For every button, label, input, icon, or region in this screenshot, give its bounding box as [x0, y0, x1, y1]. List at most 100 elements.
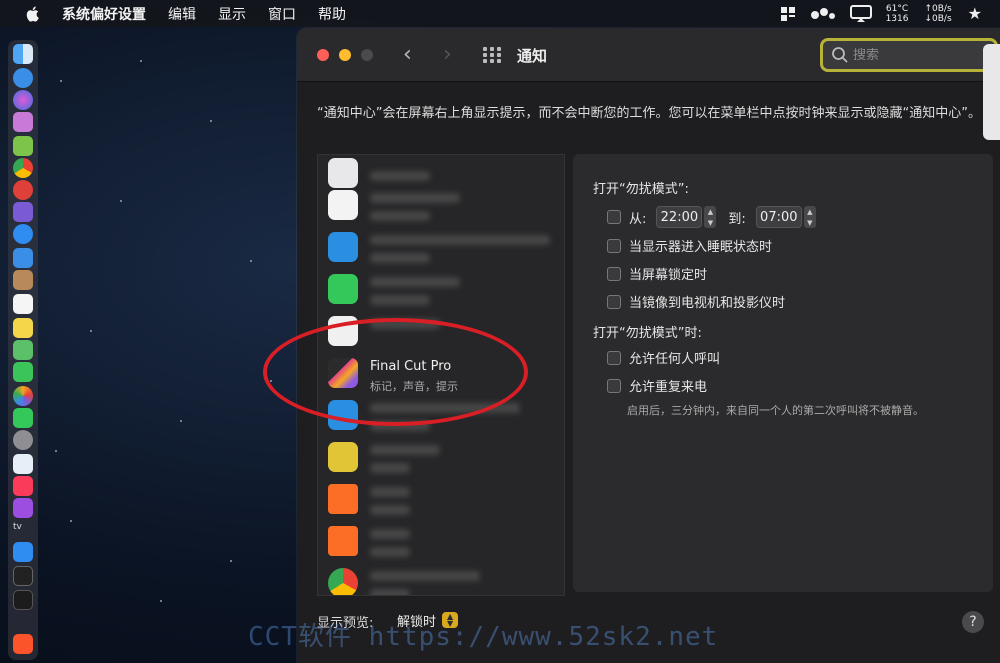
status-area: 61°C 1316 ↑0B/s ↓0B/s ★: [780, 0, 1000, 27]
music-icon[interactable]: [13, 476, 33, 496]
list-item[interactable]: [318, 475, 564, 523]
star-icon[interactable]: ★: [968, 4, 982, 23]
mirror-label: 当镜像到电视机和投影仪时: [629, 296, 786, 311]
schedule-checkbox[interactable]: [607, 210, 621, 224]
list-item[interactable]: [318, 307, 564, 355]
activity-monitor-icon[interactable]: [13, 590, 33, 610]
net-down: ↓0B/s: [924, 13, 952, 24]
notes-icon[interactable]: [13, 318, 33, 338]
description-text: “通知中心”会在屏幕右上角显示提示，而不会中断您的工作。您可以在菜单栏中点按时钟…: [317, 106, 981, 121]
system-prefs-icon[interactable]: [13, 430, 33, 450]
app-icon: [328, 316, 358, 346]
menu-bar: 系统偏好设置 编辑 显示 窗口 帮助 61°C 1316 ↑0B/s ↓0B/s…: [0, 0, 1000, 27]
allow-any-checkbox[interactable]: [607, 350, 621, 365]
allow-any-option[interactable]: 允许任何人呼叫: [607, 348, 720, 367]
app-icon: [328, 400, 358, 430]
calendar-icon[interactable]: [13, 294, 33, 314]
maps-icon[interactable]: [13, 340, 33, 360]
list-item[interactable]: [318, 181, 564, 229]
lock-checkbox[interactable]: [607, 266, 621, 281]
menu-edit[interactable]: 编辑: [168, 4, 196, 24]
allow-repeat-checkbox[interactable]: [607, 378, 621, 393]
app-icon: [328, 232, 358, 262]
from-time-value[interactable]: 22:00: [656, 206, 703, 228]
window-title: 通知: [517, 47, 548, 65]
android-icon[interactable]: [13, 136, 33, 156]
temp-readout[interactable]: 61°C 1316: [886, 4, 909, 24]
chrome-icon[interactable]: [13, 158, 33, 178]
zoom-button[interactable]: [361, 49, 373, 61]
app-list[interactable]: Final Cut Pro 标记，声音，提示: [317, 154, 565, 596]
gitlab-icon: [328, 526, 358, 556]
to-time-field[interactable]: 07:00 ▲ ▼: [755, 206, 816, 228]
display-icon[interactable]: [849, 4, 872, 23]
sleep-checkbox[interactable]: [607, 238, 621, 253]
safari-icon[interactable]: [13, 224, 33, 244]
mission-control-icon[interactable]: [13, 112, 33, 132]
network-readout[interactable]: ↑0B/s ↓0B/s: [924, 4, 951, 24]
show-all-grid-icon[interactable]: [483, 47, 501, 63]
menu-view[interactable]: 显示: [218, 4, 246, 24]
search-input[interactable]: [853, 47, 973, 63]
list-item[interactable]: [318, 223, 564, 271]
do-not-disturb-panel: 打开“勿扰模式”: 从: 22:00 ▲ ▼ 到: 07:00 ▲ ▼ 当显示器进入…: [573, 154, 993, 592]
terminal-icon[interactable]: [13, 566, 33, 586]
from-time-stepper[interactable]: ▲ ▼: [704, 206, 717, 228]
facetime-icon[interactable]: [13, 408, 33, 428]
net-up: ↑0B/s: [924, 3, 952, 14]
final-cut-pro-icon: [328, 358, 358, 388]
app-red-icon[interactable]: [13, 180, 33, 200]
tv-app-label[interactable]: tv: [13, 522, 22, 532]
dots-icon[interactable]: [810, 7, 836, 21]
watermark: CCT软件 https://www.52sk2.net: [248, 622, 719, 652]
to-time-value[interactable]: 07:00: [755, 206, 802, 228]
facetime-app-icon: [328, 274, 358, 304]
list-item[interactable]: [318, 391, 564, 439]
mirror-option[interactable]: 当镜像到电视机和投影仪时: [607, 292, 785, 311]
freeform-icon[interactable]: [13, 454, 33, 474]
mail-icon[interactable]: [13, 248, 33, 268]
messages-icon[interactable]: [13, 362, 33, 382]
to-time-stepper[interactable]: ▲ ▼: [803, 206, 816, 228]
podcasts-icon[interactable]: [13, 498, 33, 518]
notification-card-edge[interactable]: [983, 44, 1000, 140]
dnd-header: 打开“勿扰模式”:: [593, 182, 689, 197]
back-chevron-icon[interactable]: ‹: [403, 42, 412, 67]
app-purple-icon[interactable]: [13, 202, 33, 222]
apple-icon[interactable]: [24, 5, 42, 23]
menu-help[interactable]: 帮助: [318, 4, 346, 24]
list-item[interactable]: [318, 265, 564, 313]
close-button[interactable]: [317, 49, 329, 61]
mirror-checkbox[interactable]: [607, 294, 621, 309]
app-icon: [328, 442, 358, 472]
contacts-icon[interactable]: [13, 270, 33, 290]
fan-rpm: 1316: [885, 13, 909, 24]
brave-icon[interactable]: [13, 634, 33, 654]
siri-icon[interactable]: [13, 90, 33, 110]
list-item[interactable]: [318, 433, 564, 481]
tiles-icon[interactable]: [780, 6, 796, 22]
list-item[interactable]: [318, 517, 564, 565]
menu-app-name[interactable]: 系统偏好设置: [62, 4, 146, 24]
list-item[interactable]: [318, 559, 564, 595]
list-item-final-cut-pro[interactable]: Final Cut Pro 标记，声音，提示: [318, 349, 564, 397]
menu-window[interactable]: 窗口: [268, 4, 296, 24]
forward-chevron-icon[interactable]: ›: [443, 42, 452, 67]
search-icon: [832, 47, 848, 63]
minimize-button[interactable]: [339, 49, 351, 61]
launchpad-icon[interactable]: [13, 68, 33, 88]
preferences-window: ‹ › 通知 “通知中心”会在屏幕右上角显示提示，而不会中断您的工作。您可以在菜…: [297, 28, 1000, 663]
dnd-when-header: 打开“勿扰模式”时:: [593, 326, 702, 341]
from-time-field[interactable]: 22:00 ▲ ▼: [656, 206, 717, 228]
title-bar: ‹ › 通知: [297, 28, 1000, 82]
schedule-row: 从: 22:00 ▲ ▼ 到: 07:00 ▲ ▼: [607, 206, 816, 228]
repeat-hint: 启用后，三分钟内，来自同一个人的第二次呼叫将不被静音。: [627, 404, 924, 417]
app-store-icon[interactable]: [13, 542, 33, 562]
photos-icon[interactable]: [13, 386, 33, 406]
allow-repeat-option[interactable]: 允许重复来电: [607, 376, 707, 395]
sleep-option[interactable]: 当显示器进入睡眠状态时: [607, 236, 772, 255]
search-field[interactable]: [820, 38, 998, 72]
help-button[interactable]: ?: [962, 611, 984, 633]
lock-option[interactable]: 当屏幕锁定时: [607, 264, 707, 283]
finder-icon[interactable]: [13, 44, 33, 64]
